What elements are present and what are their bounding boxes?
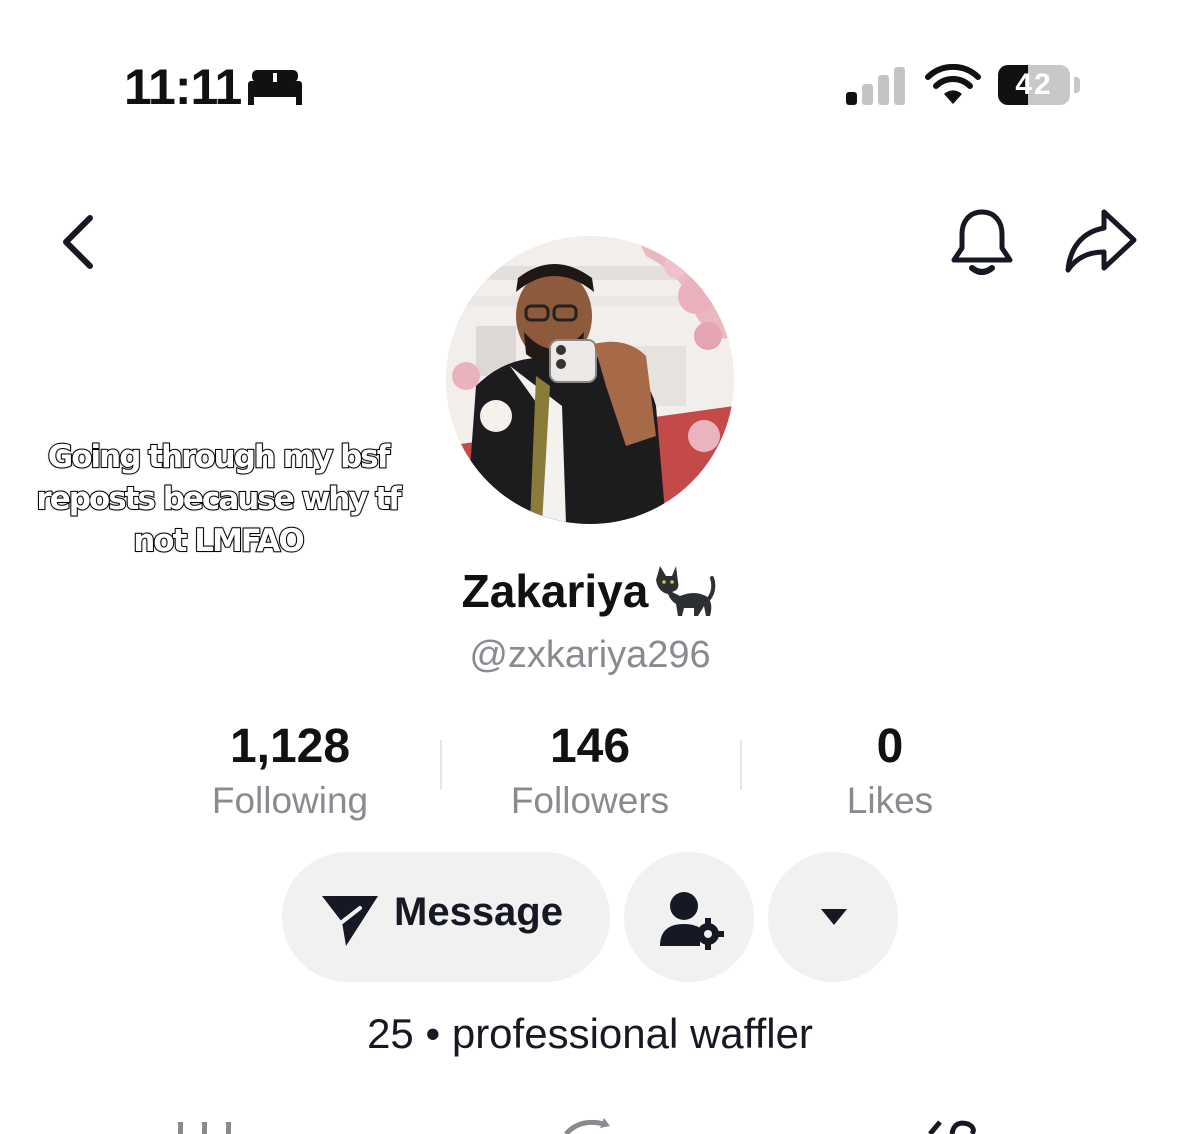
battery-indicator: 42 [998, 65, 1070, 105]
stat-followers[interactable]: 146 Followers [440, 718, 740, 826]
send-plane-icon [322, 896, 378, 946]
profile-display-name: Zakariya [461, 565, 649, 617]
avatar-photo [446, 236, 734, 524]
stat-likes[interactable]: 0 Likes [740, 718, 1040, 826]
person-gear-icon [660, 892, 724, 950]
share-arrow-icon[interactable] [1062, 206, 1140, 278]
message-button[interactable]: Message [282, 852, 610, 982]
avatar[interactable] [446, 236, 734, 524]
black-cat-emoji-icon [656, 566, 716, 616]
bell-icon[interactable] [948, 206, 1016, 278]
message-button-label: Message [394, 890, 563, 934]
follow-settings-button[interactable] [624, 852, 754, 982]
overlay-caption: Going through my bsf reposts because why… [35, 438, 402, 560]
videos-tab-icon[interactable] [170, 1114, 240, 1134]
status-time: 11:11 [124, 59, 242, 115]
battery-nub [1074, 77, 1080, 93]
profile-name-row: Zakariya [0, 560, 1180, 630]
bed-icon [248, 70, 302, 105]
profile-handle: @zxkariya296 [469, 634, 711, 676]
stat-following[interactable]: 1,128 Following [140, 718, 440, 826]
chevron-left-icon[interactable] [56, 212, 100, 272]
liked-tab-icon[interactable] [920, 1114, 990, 1134]
caret-down-icon [821, 909, 847, 925]
stat-likes-label: Likes [846, 780, 934, 821]
reposts-tab-icon[interactable] [560, 1114, 630, 1134]
stat-following-label: Following [211, 780, 369, 821]
wifi-icon [925, 64, 981, 104]
more-options-button[interactable] [768, 852, 898, 982]
stat-likes-value: 0 [876, 720, 904, 773]
battery-level: 42 [1015, 68, 1053, 101]
stat-following-value: 1,128 [229, 720, 351, 773]
stat-followers-value: 146 [549, 720, 631, 773]
stat-followers-label: Followers [510, 780, 670, 821]
profile-bio: 25 • professional waffler [367, 1010, 813, 1057]
cellular-signal-icon [846, 67, 905, 105]
